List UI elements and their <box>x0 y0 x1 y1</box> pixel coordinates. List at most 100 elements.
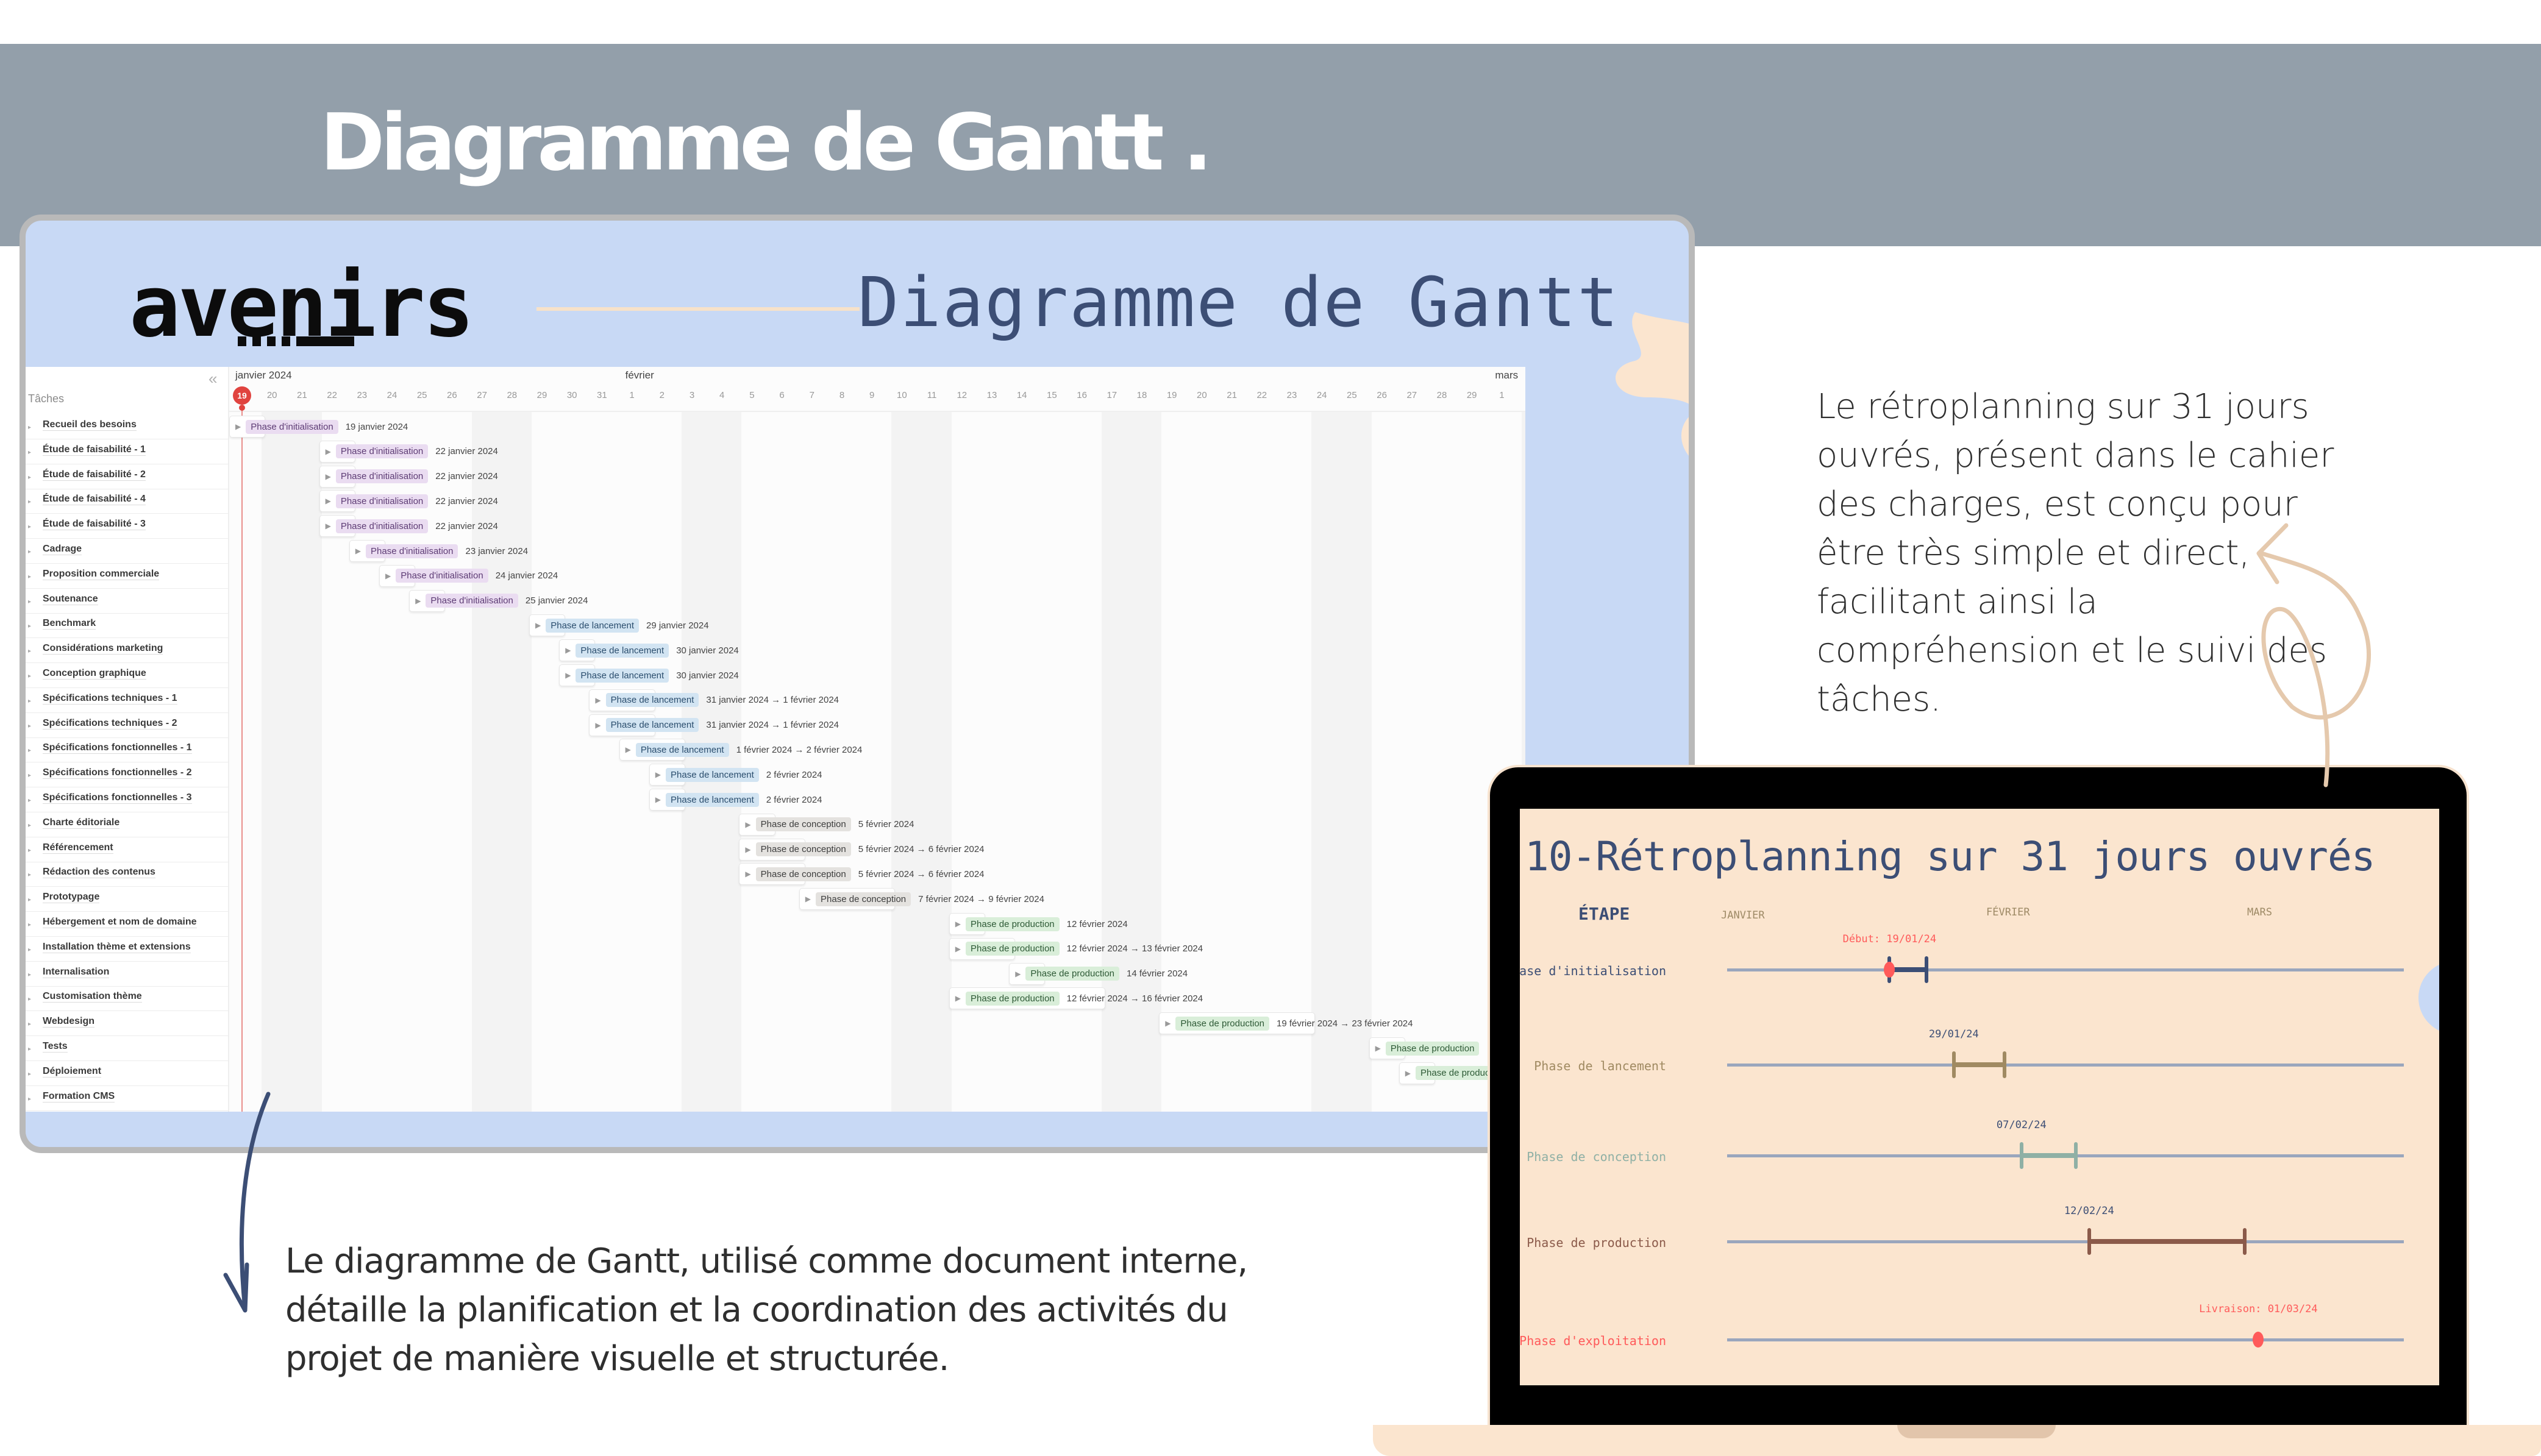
expand-arrow-icon[interactable]: ▶ <box>745 845 750 854</box>
task-name[interactable]: Tests <box>43 1041 68 1053</box>
row-expand-icon[interactable]: ▸ <box>28 996 31 1003</box>
expand-arrow-icon[interactable]: ▶ <box>655 795 661 804</box>
task-name[interactable]: Conception graphique <box>43 668 146 680</box>
task-row[interactable]: ▸ Spécifications techniques - 2 <box>26 713 228 738</box>
task-row[interactable]: ▸ Référencement <box>26 837 228 862</box>
task-bar[interactable]: ▶ Phase de lancement 30 janvier 2024 <box>559 664 739 686</box>
row-expand-icon[interactable]: ▸ <box>28 1021 31 1028</box>
task-row[interactable]: ▸ Customisation thème <box>26 986 228 1012</box>
task-row[interactable]: ▸ Rédaction des contenus <box>26 862 228 887</box>
expand-arrow-icon[interactable]: ▶ <box>955 920 961 928</box>
expand-arrow-icon[interactable]: ▶ <box>595 696 601 705</box>
expand-arrow-icon[interactable]: ▶ <box>355 547 361 555</box>
task-bar[interactable]: ▶ Phase de lancement 31 janvier 2024 → 1 f… <box>589 689 839 711</box>
task-row[interactable]: ▸ Étude de faisabilité - 2 <box>26 464 228 489</box>
task-name[interactable]: Référencement <box>43 842 113 854</box>
task-bar[interactable]: ▶ Phase de lancement 31 janvier 2024 → 1 f… <box>589 714 839 736</box>
task-bar[interactable]: ▶ Phase d'initialisation 22 janvier 2024 <box>319 490 498 513</box>
row-expand-icon[interactable]: ▸ <box>28 474 31 481</box>
row-expand-icon[interactable]: ▸ <box>28 424 31 431</box>
task-row[interactable]: ▸ Prototypage <box>26 887 228 912</box>
task-row[interactable]: ▸ Spécifications techniques - 1 <box>26 688 228 713</box>
task-row[interactable]: ▸ Charte éditoriale <box>26 812 228 837</box>
expand-arrow-icon[interactable]: ▶ <box>565 646 571 655</box>
task-bar[interactable]: ▶ Phase de lancement 2 février 2024 <box>649 764 822 786</box>
expand-arrow-icon[interactable]: ▶ <box>955 945 961 953</box>
task-bar[interactable]: ▶ Phase de conception 5 février 2024 → 6 f… <box>739 838 985 861</box>
task-row[interactable]: ▸ Webdesign <box>26 1011 228 1037</box>
task-bar[interactable]: ▶ Phase d'initialisation 23 janvier 2024 <box>349 540 528 562</box>
task-bar[interactable]: ▶ Phase d'initialisation 24 janvier 2024 <box>379 564 558 587</box>
expand-arrow-icon[interactable]: ▶ <box>1015 970 1021 978</box>
task-bar[interactable]: ▶ Phase de production <box>1369 1037 1480 1059</box>
task-row[interactable]: ▸ Soutenance <box>26 589 228 614</box>
task-name[interactable]: Charte éditoriale <box>43 817 120 829</box>
row-expand-icon[interactable]: ▸ <box>28 524 31 530</box>
task-name[interactable]: Considérations marketing <box>43 643 163 655</box>
task-row[interactable]: ▸ Benchmark <box>26 613 228 639</box>
row-expand-icon[interactable]: ▸ <box>28 549 31 555</box>
tasks-column-header[interactable]: Tâches <box>28 392 64 405</box>
row-expand-icon[interactable]: ▸ <box>28 822 31 829</box>
task-bar[interactable]: ▶ Phase de conception 5 février 2024 → 6 f… <box>739 863 985 886</box>
task-bar[interactable]: ▶ Phase d'initialisation 25 janvier 2024 <box>409 589 588 612</box>
row-expand-icon[interactable]: ▸ <box>28 922 31 928</box>
task-bar[interactable]: ▶ Phase d'initialisation 22 janvier 2024 <box>319 440 498 463</box>
expand-arrow-icon[interactable]: ▶ <box>326 522 331 530</box>
task-name[interactable]: Étude de faisabilité - 1 <box>43 444 146 456</box>
expand-arrow-icon[interactable]: ▶ <box>326 472 331 481</box>
expand-arrow-icon[interactable]: ▶ <box>535 621 541 630</box>
task-name[interactable]: Spécifications fonctionnelles - 1 <box>43 742 192 755</box>
expand-arrow-icon[interactable]: ▶ <box>1375 1044 1381 1053</box>
expand-arrow-icon[interactable]: ▶ <box>625 745 631 754</box>
expand-arrow-icon[interactable]: ▶ <box>1165 1019 1171 1028</box>
row-expand-icon[interactable]: ▸ <box>28 897 31 903</box>
task-name[interactable]: Rédaction des contenus <box>43 867 155 879</box>
expand-arrow-icon[interactable]: ▶ <box>745 820 750 829</box>
task-name[interactable]: Recueil des besoins <box>43 419 137 431</box>
task-bar[interactable]: ▶ Phase de lancement 29 janvier 2024 <box>529 614 709 637</box>
task-name[interactable]: Benchmark <box>43 618 96 630</box>
expand-arrow-icon[interactable]: ▶ <box>235 422 241 431</box>
task-bar[interactable]: ▶ Phase d'initialisation 22 janvier 2024 <box>319 465 498 488</box>
row-expand-icon[interactable]: ▸ <box>28 971 31 978</box>
task-name[interactable]: Formation CMS <box>43 1091 115 1103</box>
task-row[interactable]: ▸ Considérations marketing <box>26 638 228 664</box>
task-bar[interactable]: ▶ Phase de production 12 février 2024 <box>949 913 1128 935</box>
task-row[interactable]: ▸ Proposition commerciale <box>26 564 228 589</box>
expand-arrow-icon[interactable]: ▶ <box>415 597 421 605</box>
expand-arrow-icon[interactable]: ▶ <box>805 895 811 903</box>
task-row[interactable]: ▸ Installation thème et extensions <box>26 937 228 962</box>
task-row[interactable]: ▸ Spécifications fonctionnelles - 2 <box>26 762 228 788</box>
task-row[interactable]: ▸ Internalisation <box>26 962 228 987</box>
row-expand-icon[interactable]: ▸ <box>28 1071 31 1078</box>
expand-arrow-icon[interactable]: ▶ <box>385 572 391 580</box>
row-expand-icon[interactable]: ▸ <box>28 449 31 456</box>
task-name[interactable]: Webdesign <box>43 1016 95 1028</box>
task-bar[interactable]: ▶ Phase de conception 5 février 2024 <box>739 813 914 836</box>
row-expand-icon[interactable]: ▸ <box>28 1096 31 1103</box>
task-row[interactable]: ▸ Tests <box>26 1036 228 1061</box>
task-row[interactable]: ▸ Étude de faisabilité - 4 <box>26 489 228 514</box>
task-row[interactable]: ▸ Conception graphique <box>26 663 228 688</box>
task-row[interactable]: ▸ Spécifications fonctionnelles - 1 <box>26 737 228 763</box>
task-row[interactable]: ▸ Hébergement et nom de domaine <box>26 912 228 937</box>
task-name[interactable]: Spécifications techniques - 1 <box>43 693 177 705</box>
row-expand-icon[interactable]: ▸ <box>28 723 31 730</box>
task-bar[interactable]: ▶ Phase d'initialisation 22 janvier 2024 <box>319 515 498 538</box>
expand-arrow-icon[interactable]: ▶ <box>955 994 961 1003</box>
row-expand-icon[interactable]: ▸ <box>28 946 31 953</box>
expand-arrow-icon[interactable]: ▶ <box>745 870 750 878</box>
row-expand-icon[interactable]: ▸ <box>28 598 31 605</box>
expand-arrow-icon[interactable]: ▶ <box>326 447 331 456</box>
task-row[interactable]: ▸ Recueil des besoins <box>26 414 228 439</box>
task-bar[interactable]: ▶ Phase de lancement 2 février 2024 <box>649 789 822 811</box>
task-name[interactable]: Proposition commerciale <box>43 569 160 580</box>
task-name[interactable]: Prototypage <box>43 892 100 904</box>
row-expand-icon[interactable]: ▸ <box>28 574 31 580</box>
collapse-sidebar-icon[interactable]: « <box>208 369 217 388</box>
task-name[interactable]: Internalisation <box>43 967 110 978</box>
task-name[interactable]: Hébergement et nom de domaine <box>43 917 197 928</box>
task-row[interactable]: ▸ Déploiement <box>26 1061 228 1086</box>
task-row[interactable]: ▸ Étude de faisabilité - 1 <box>26 439 228 464</box>
